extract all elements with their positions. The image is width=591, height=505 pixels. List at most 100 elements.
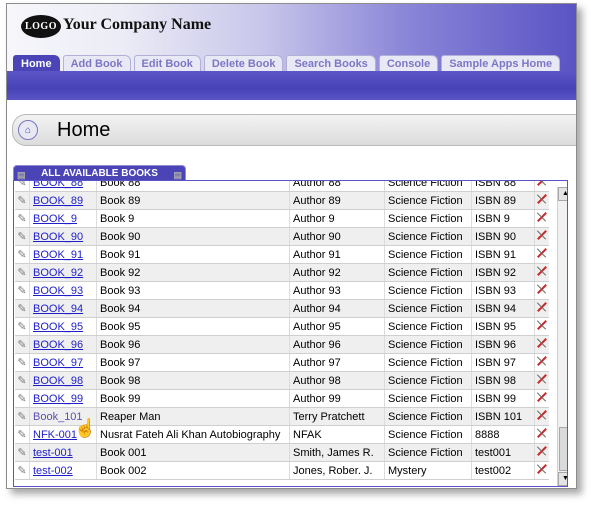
pencil-edit-icon[interactable]: ✎ (17, 393, 26, 405)
pencil-edit-icon[interactable]: ✎ (17, 303, 26, 315)
pencil-edit-icon[interactable]: ✎ (17, 249, 26, 261)
book-id-link[interactable]: BOOK_98 (33, 375, 83, 387)
edit-cell[interactable]: ✎ (15, 245, 30, 264)
delete-cell[interactable] (534, 191, 549, 210)
delete-icon[interactable] (537, 248, 547, 258)
delete-icon[interactable] (537, 464, 547, 474)
edit-cell[interactable]: ✎ (15, 227, 30, 246)
delete-icon[interactable] (537, 392, 547, 402)
edit-cell[interactable]: ✎ (15, 335, 30, 354)
pencil-edit-icon[interactable]: ✎ (17, 339, 26, 351)
delete-icon[interactable] (537, 320, 547, 330)
edit-cell[interactable]: ✎ (15, 317, 30, 336)
tab-add-book[interactable]: Add Book (62, 55, 131, 72)
delete-cell[interactable] (534, 281, 549, 300)
edit-cell[interactable]: ✎ (15, 209, 30, 228)
delete-cell[interactable] (534, 245, 549, 264)
book-id-link[interactable]: test-001 (33, 447, 73, 459)
delete-icon[interactable] (537, 181, 547, 186)
edit-cell[interactable]: ✎ (15, 443, 30, 462)
book-id-link[interactable]: BOOK_93 (33, 285, 83, 297)
edit-cell[interactable]: ✎ (15, 407, 30, 426)
delete-icon[interactable] (537, 446, 547, 456)
delete-cell[interactable] (534, 263, 549, 282)
book-id-link[interactable]: NFK-001 (33, 429, 77, 441)
book-id-link[interactable]: BOOK_92 (33, 267, 83, 279)
book-id-link[interactable]: test-002 (33, 465, 73, 477)
edit-cell[interactable]: ✎ (15, 425, 30, 444)
tab-delete-book[interactable]: Delete Book (203, 55, 284, 72)
edit-cell[interactable]: ✎ (15, 461, 30, 480)
edit-cell[interactable]: ✎ (15, 299, 30, 318)
delete-icon[interactable] (537, 356, 547, 366)
book-id-link[interactable]: BOOK_9 (33, 213, 77, 225)
book-id-link[interactable]: Book_101 (33, 411, 83, 423)
book-id-link[interactable]: BOOK_91 (33, 249, 83, 261)
pencil-edit-icon[interactable]: ✎ (17, 181, 26, 189)
edit-cell[interactable]: ✎ (15, 389, 30, 408)
delete-cell[interactable] (534, 407, 549, 426)
pencil-edit-icon[interactable]: ✎ (17, 231, 26, 243)
delete-cell[interactable] (534, 317, 549, 336)
delete-cell[interactable] (534, 181, 549, 192)
pencil-edit-icon[interactable]: ✎ (17, 447, 26, 459)
delete-cell[interactable] (534, 425, 549, 444)
pencil-edit-icon[interactable]: ✎ (17, 357, 26, 369)
pencil-edit-icon[interactable]: ✎ (17, 285, 26, 297)
pencil-edit-icon[interactable]: ✎ (17, 429, 26, 441)
delete-icon[interactable] (537, 230, 547, 240)
book-id-link[interactable]: BOOK_95 (33, 321, 83, 333)
delete-cell[interactable] (534, 443, 549, 462)
edit-cell[interactable]: ✎ (15, 191, 30, 210)
book-author-cell: Author 97 (289, 353, 385, 372)
edit-cell[interactable]: ✎ (15, 181, 30, 192)
delete-cell[interactable] (534, 209, 549, 228)
delete-icon[interactable] (537, 302, 547, 312)
delete-icon[interactable] (537, 410, 547, 420)
book-id-link[interactable]: BOOK_89 (33, 195, 83, 207)
delete-icon[interactable] (537, 284, 547, 294)
book-id-link[interactable]: BOOK_90 (33, 231, 83, 243)
pencil-edit-icon[interactable]: ✎ (17, 375, 26, 387)
scroll-up-arrow-icon[interactable]: ▲ (558, 187, 567, 201)
tab-home[interactable]: Home (13, 55, 60, 72)
delete-cell[interactable] (534, 353, 549, 372)
delete-cell[interactable] (534, 389, 549, 408)
book-id-link[interactable]: BOOK_94 (33, 303, 83, 315)
home-icon[interactable]: ⌂ (18, 120, 38, 140)
pencil-edit-icon[interactable]: ✎ (17, 195, 26, 207)
book-id-link[interactable]: BOOK_99 (33, 393, 83, 405)
book-genre-cell: Science Fiction (384, 353, 472, 372)
delete-icon[interactable] (537, 212, 547, 222)
tab-edit-book[interactable]: Edit Book (133, 55, 201, 72)
book-id-link[interactable]: BOOK_97 (33, 357, 83, 369)
pencil-edit-icon[interactable]: ✎ (17, 213, 26, 225)
delete-icon[interactable] (537, 428, 547, 438)
delete-icon[interactable] (537, 194, 547, 204)
scroll-thumb[interactable] (559, 427, 567, 471)
delete-cell[interactable] (534, 299, 549, 318)
tab-console[interactable]: Console (378, 55, 439, 72)
edit-cell[interactable]: ✎ (15, 263, 30, 282)
edit-cell[interactable]: ✎ (15, 353, 30, 372)
delete-cell[interactable] (534, 371, 549, 390)
delete-cell[interactable] (534, 335, 549, 354)
delete-icon[interactable] (537, 266, 547, 276)
delete-cell[interactable] (534, 227, 549, 246)
book-id-cell: BOOK_90 (29, 227, 97, 246)
scroll-down-arrow-icon[interactable]: ▼ (558, 472, 567, 486)
book-id-link[interactable]: BOOK_96 (33, 339, 83, 351)
delete-icon[interactable] (537, 338, 547, 348)
book-id-link[interactable]: BOOK_88 (33, 181, 83, 189)
tab-search-books[interactable]: Search Books (286, 55, 376, 72)
vertical-scrollbar[interactable]: ▲ ▼ (557, 187, 567, 486)
edit-cell[interactable]: ✎ (15, 281, 30, 300)
pencil-edit-icon[interactable]: ✎ (17, 267, 26, 279)
pencil-edit-icon[interactable]: ✎ (17, 411, 26, 423)
delete-icon[interactable] (537, 374, 547, 384)
delete-cell[interactable] (534, 461, 549, 480)
pencil-edit-icon[interactable]: ✎ (17, 321, 26, 333)
tab-sample-apps-home[interactable]: Sample Apps Home (441, 55, 561, 72)
edit-cell[interactable]: ✎ (15, 371, 30, 390)
pencil-edit-icon[interactable]: ✎ (17, 465, 26, 477)
